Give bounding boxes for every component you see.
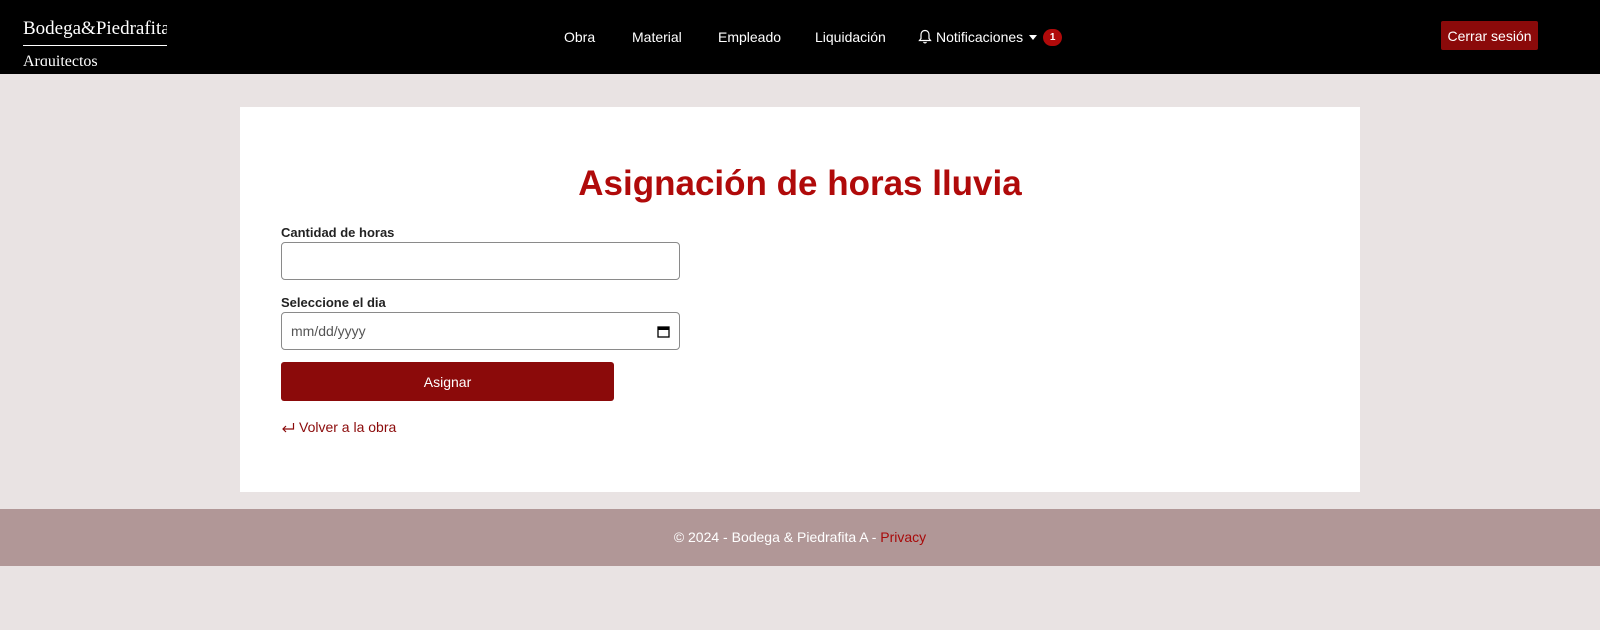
main-nav: Obra Material Empleado Liquidación Notif… — [0, 0, 1600, 74]
nav-link-obra[interactable]: Obra — [564, 28, 595, 46]
day-label: Seleccione el dia — [281, 295, 386, 310]
notifications-label: Notificaciones — [936, 29, 1024, 45]
logout-button[interactable]: Cerrar sesión — [1441, 21, 1538, 50]
nav-link-material[interactable]: Material — [632, 28, 682, 46]
notifications-dropdown[interactable]: Notificaciones 1 — [918, 28, 1063, 46]
page-footer: © 2024 - Bodega & Piedrafita A - Privacy — [0, 509, 1600, 566]
back-to-obra-link[interactable]: Volver a la obra — [281, 419, 396, 435]
form-card: Asignación de horas lluvia Cantidad de h… — [240, 107, 1360, 492]
privacy-link[interactable]: Privacy — [880, 529, 926, 545]
bell-icon — [918, 29, 932, 45]
hours-label: Cantidad de horas — [281, 225, 395, 240]
nav-link-empleado[interactable]: Empleado — [718, 28, 781, 46]
notification-count-badge: 1 — [1043, 28, 1063, 46]
calendar-icon[interactable] — [657, 325, 670, 338]
footer-copyright: © 2024 - Bodega & Piedrafita A - — [673, 529, 877, 545]
assign-button[interactable]: Asignar — [281, 362, 614, 401]
date-input[interactable]: mm/dd/yyyy — [281, 312, 680, 350]
top-navbar: Bodega&Piedrafita Arquitectos Obra Mater… — [0, 0, 1600, 74]
return-arrow-icon — [281, 421, 295, 433]
nav-link-liquidacion[interactable]: Liquidación — [815, 28, 886, 46]
back-link-label: Volver a la obra — [299, 419, 397, 435]
chevron-down-icon — [1029, 34, 1038, 40]
page-title: Asignación de horas lluvia — [578, 164, 1022, 203]
hours-input[interactable] — [281, 242, 680, 280]
date-placeholder: mm/dd/yyyy — [291, 323, 366, 339]
